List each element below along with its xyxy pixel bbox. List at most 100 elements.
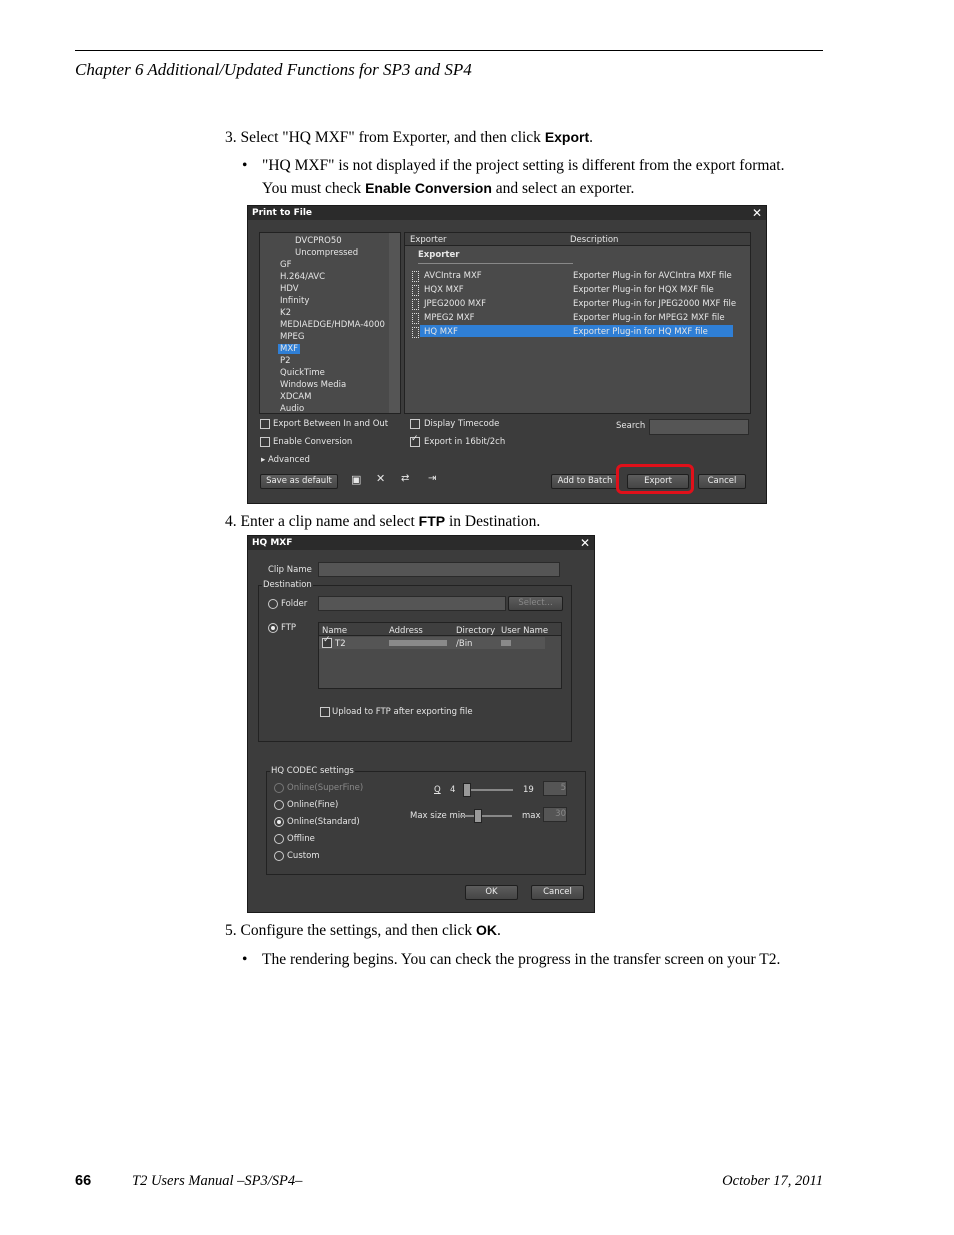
col-address[interactable]: Address [389,626,423,636]
exporter-name[interactable]: MPEG2 MXF [424,313,475,323]
exporter-desc: Exporter Plug-in for MPEG2 MXF file [573,313,725,323]
close-icon[interactable]: ✕ [752,206,762,220]
add-batch-button[interactable]: Add to Batch List [551,474,619,489]
exporter-icon [412,313,419,324]
online-fine-radio[interactable] [274,800,284,810]
col-description[interactable]: Description [570,235,618,245]
export-16bit-checkbox[interactable]: ✓ [410,434,420,447]
group-rule [418,263,573,264]
step-5-text: 5. Configure the settings, and then clic… [225,922,476,939]
tree-item[interactable]: Infinity [280,296,309,306]
tree-item[interactable]: Windows Media [280,380,346,390]
offline-label: Offline [287,834,315,844]
display-timecode-label: Display Timecode [424,419,500,429]
destination-label: Destination [262,580,313,590]
import-icon[interactable]: ⇄ [401,473,409,484]
folder-label: Folder [281,599,308,609]
max-label: max [522,811,541,821]
online-superfine-radio[interactable] [274,783,284,793]
online-standard-radio[interactable] [274,817,284,827]
export-preset-icon[interactable]: ⇥ [428,473,436,484]
tree-item[interactable]: QuickTime [280,368,325,378]
group-exporter: Exporter [418,250,460,260]
exporter-name[interactable]: HQ MXF [424,327,458,337]
clip-name-input[interactable] [318,562,560,577]
tree-item[interactable]: XDCAM [280,392,311,402]
enable-conversion-checkbox[interactable] [260,437,270,447]
exporter-name[interactable]: AVCIntra MXF [424,271,482,281]
hq-mxf-dialog: HQ MXF ✕ Clip Name Destination Folder Se… [247,535,595,913]
tree-item[interactable]: GF [280,260,291,270]
step-4-bold: FTP [418,513,446,529]
step-4-text: 4. Enter a clip name and select [225,513,419,530]
q-slider-handle[interactable] [463,783,471,797]
ftp-label: FTP [281,623,297,633]
close-icon[interactable]: ✕ [580,536,590,550]
cancel-button[interactable]: Cancel [531,885,584,900]
ftp-row-checkbox[interactable]: ✓ [322,635,332,648]
folder-radio[interactable] [268,599,278,609]
step-3-bullet: • "HQ MXF" is not displayed if the proje… [242,155,807,200]
footer-date: October 17, 2011 [722,1173,823,1189]
cancel-button[interactable]: Cancel [698,474,746,489]
chapter-title: Chapter 6 Additional/Updated Functions f… [75,60,472,79]
tree-scrollbar[interactable] [389,233,400,413]
redacted-user [501,640,511,646]
enable-conversion-label: Enable Conversion [273,437,353,447]
exporter-desc: Exporter Plug-in for JPEG2000 MXF file [573,299,737,309]
tree-item[interactable]: K2 [280,308,291,318]
tree-item[interactable]: HDV [280,284,299,294]
upload-checkbox[interactable] [320,707,330,717]
custom-radio[interactable] [274,851,284,861]
col-exporter[interactable]: Exporter [410,235,447,245]
q-max: 19 [523,785,534,795]
exporter-name[interactable]: JPEG2000 MXF [424,299,486,309]
q-value-input[interactable]: 5 [543,781,567,796]
advanced-toggle[interactable]: ▸ Advanced [261,455,310,465]
manual-title: T2 Users Manual –SP3/SP4– [132,1173,303,1189]
redacted-address [389,640,447,646]
exporter-desc: Exporter Plug-in for HQ MXF file [573,327,708,337]
size-slider-track[interactable] [460,815,512,817]
export-button[interactable]: Export [627,474,689,489]
offline-radio[interactable] [274,834,284,844]
codec-label: HQ CODEC settings [270,766,355,776]
tree-item[interactable]: Uncompressed [295,248,358,258]
ftp-row-directory: /Bin [456,639,473,649]
tree-item[interactable]: H.264/AVC [280,272,325,282]
tree-item-selected[interactable]: MXF [278,344,301,354]
exporter-icon [412,271,419,282]
dialog-title: Print to File [248,206,766,220]
col-user-name[interactable]: User Name [501,626,548,636]
ftp-radio[interactable] [268,623,278,633]
step-3-text: 3. Select "HQ MXF" from Exporter, and th… [225,129,545,146]
bullet-mark: • [242,951,248,968]
tree-item[interactable]: MPEG [280,332,304,342]
folder-input[interactable] [318,596,506,611]
select-button[interactable]: Select... [508,596,563,611]
size-slider-handle[interactable] [474,809,482,823]
tree-item[interactable]: MEDIAEDGE/HDMA-4000 [280,320,385,330]
ok-button[interactable]: OK [465,885,518,900]
tree-item[interactable]: Audio [280,404,304,412]
step-3-end: . [589,129,594,146]
step-5-bullet: • The rendering begins. You can check th… [242,949,807,971]
max-value-input[interactable]: 30 [543,807,567,822]
save-icon[interactable]: ▣ [351,473,361,486]
export-between-checkbox[interactable] [260,419,270,429]
exporter-name[interactable]: HQX MXF [424,285,464,295]
tree-item[interactable]: P2 [280,356,291,366]
step-5-bullet-text: The rendering begins. You can check the … [262,951,781,968]
exporter-desc: Exporter Plug-in for AVCIntra MXF file [573,271,732,281]
exporter-desc: Exporter Plug-in for HQX MXF file [573,285,714,295]
header-rule [75,50,823,51]
save-default-button[interactable]: Save as default [260,474,338,489]
search-input[interactable] [649,419,749,435]
ftp-table: Name Address Directory User Name ✓ T2 /B… [318,622,562,689]
tree-item[interactable]: DVCPRO50 [295,236,342,246]
step-5-bold: OK [475,922,497,938]
ftp-row-name: T2 [335,639,346,649]
col-directory[interactable]: Directory [456,626,495,636]
delete-icon[interactable]: ✕ [376,472,385,485]
display-timecode-checkbox[interactable] [410,419,420,429]
